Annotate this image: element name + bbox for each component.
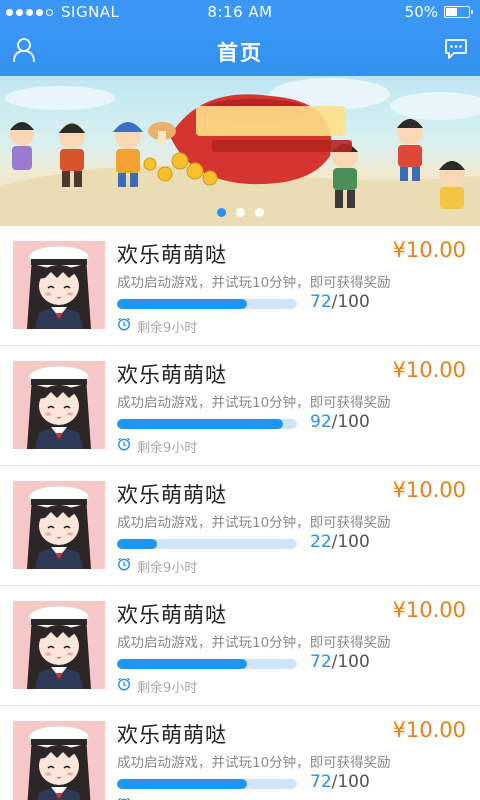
message-button[interactable] bbox=[444, 38, 468, 60]
progress-bar bbox=[117, 539, 297, 549]
game-character-icon bbox=[13, 481, 105, 569]
progress-done: 72 bbox=[310, 292, 332, 312]
game-avatar bbox=[13, 481, 105, 569]
task-description: 成功启动游戏，并试玩10分钟，即可获得奖励 bbox=[117, 275, 391, 291]
progress-count: 72/100 bbox=[310, 772, 370, 792]
game-character-icon bbox=[13, 601, 105, 689]
banner-dot[interactable] bbox=[235, 208, 245, 217]
progress-total: /100 bbox=[331, 292, 370, 312]
reward-amount: ¥10.00 bbox=[392, 478, 466, 502]
promo-banner[interactable] bbox=[0, 76, 480, 226]
banner-dot[interactable] bbox=[216, 208, 226, 217]
game-character-icon bbox=[13, 241, 105, 329]
task-card[interactable]: 欢乐萌萌哒 ¥10.00 成功启动游戏，并试玩10分钟，即可获得奖励 92/10… bbox=[0, 346, 480, 466]
time-remaining: 剩余9小时 bbox=[137, 561, 198, 576]
task-title: 欢乐萌萌哒 bbox=[117, 603, 227, 627]
task-description: 成功启动游戏，并试玩10分钟，即可获得奖励 bbox=[117, 515, 391, 531]
progress-bar bbox=[117, 419, 297, 429]
time-remaining: 剩余9小时 bbox=[137, 441, 198, 456]
banner-illustration bbox=[0, 78, 480, 226]
task-description: 成功启动游戏，并试玩10分钟，即可获得奖励 bbox=[117, 755, 391, 771]
progress-done: 72 bbox=[310, 772, 332, 792]
banner-dot[interactable] bbox=[254, 208, 264, 217]
progress-done: 72 bbox=[310, 652, 332, 672]
progress-fill bbox=[117, 659, 247, 669]
task-title: 欢乐萌萌哒 bbox=[117, 483, 227, 507]
task-title: 欢乐萌萌哒 bbox=[117, 363, 227, 387]
task-title: 欢乐萌萌哒 bbox=[117, 243, 227, 267]
alarm-clock-icon bbox=[117, 557, 131, 571]
progress-count: 72/100 bbox=[310, 652, 370, 672]
progress-bar bbox=[117, 299, 297, 309]
game-character-icon bbox=[13, 721, 105, 800]
progress-count: 22/100 bbox=[310, 532, 370, 552]
reward-amount: ¥10.00 bbox=[392, 358, 466, 382]
progress-bar bbox=[117, 659, 297, 669]
progress-done: 22 bbox=[310, 532, 332, 552]
task-card[interactable]: 欢乐萌萌哒 ¥10.00 成功启动游戏，并试玩10分钟，即可获得奖励 22/10… bbox=[0, 466, 480, 586]
task-title: 欢乐萌萌哒 bbox=[117, 723, 227, 747]
task-card[interactable]: 欢乐萌萌哒 ¥10.00 成功启动游戏，并试玩10分钟，即可获得奖励 72/10… bbox=[0, 586, 480, 706]
battery-percent: 50% bbox=[404, 3, 438, 21]
progress-total: /100 bbox=[331, 532, 370, 552]
page-title: 首页 bbox=[217, 41, 263, 65]
time-remaining: 剩余9小时 bbox=[137, 681, 198, 696]
task-card[interactable]: 欢乐萌萌哒 ¥10.00 成功启动游戏，并试玩10分钟，即可获得奖励 72/10… bbox=[0, 226, 480, 346]
reward-amount: ¥10.00 bbox=[392, 598, 466, 622]
game-avatar bbox=[13, 361, 105, 449]
game-character-icon bbox=[13, 361, 105, 449]
progress-total: /100 bbox=[331, 412, 370, 432]
progress-total: /100 bbox=[331, 772, 370, 792]
alarm-clock-icon bbox=[117, 437, 131, 451]
battery-icon bbox=[444, 6, 473, 18]
battery-indicator: 50% bbox=[404, 3, 473, 21]
progress-count: 72/100 bbox=[310, 292, 370, 312]
progress-count: 92/100 bbox=[310, 412, 370, 432]
progress-done: 92 bbox=[310, 412, 332, 432]
progress-fill bbox=[117, 779, 247, 789]
progress-fill bbox=[117, 539, 157, 549]
task-card[interactable]: 欢乐萌萌哒 ¥10.00 成功启动游戏，并试玩10分钟，即可获得奖励 72/10… bbox=[0, 706, 480, 800]
message-icon bbox=[445, 39, 467, 59]
progress-fill bbox=[117, 299, 247, 309]
status-bar: SIGNAL 8:16 AM 50% bbox=[0, 0, 480, 24]
reward-amount: ¥10.00 bbox=[392, 238, 466, 262]
time-remaining: 剩余9小时 bbox=[137, 321, 198, 336]
progress-bar bbox=[117, 779, 297, 789]
alarm-clock-icon bbox=[117, 317, 131, 331]
task-description: 成功启动游戏，并试玩10分钟，即可获得奖励 bbox=[117, 635, 391, 651]
task-description: 成功启动游戏，并试玩10分钟，即可获得奖励 bbox=[117, 395, 391, 411]
task-list: 欢乐萌萌哒 ¥10.00 成功启动游戏，并试玩10分钟，即可获得奖励 72/10… bbox=[0, 226, 480, 800]
game-avatar bbox=[13, 601, 105, 689]
banner-pagination[interactable] bbox=[0, 208, 480, 217]
progress-fill bbox=[117, 419, 283, 429]
game-avatar bbox=[13, 721, 105, 800]
nav-bar: 首页 bbox=[0, 24, 480, 76]
alarm-clock-icon bbox=[117, 677, 131, 691]
game-avatar bbox=[13, 241, 105, 329]
progress-total: /100 bbox=[331, 652, 370, 672]
reward-amount: ¥10.00 bbox=[392, 718, 466, 742]
